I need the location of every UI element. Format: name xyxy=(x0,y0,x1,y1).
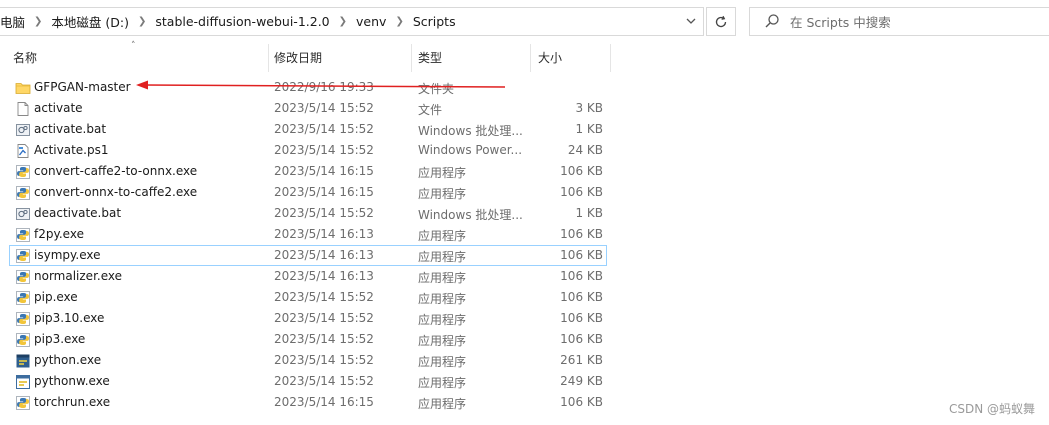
watermark: CSDN @蚂蚁舞 xyxy=(948,402,1035,416)
annotation-arrow xyxy=(136,80,506,90)
